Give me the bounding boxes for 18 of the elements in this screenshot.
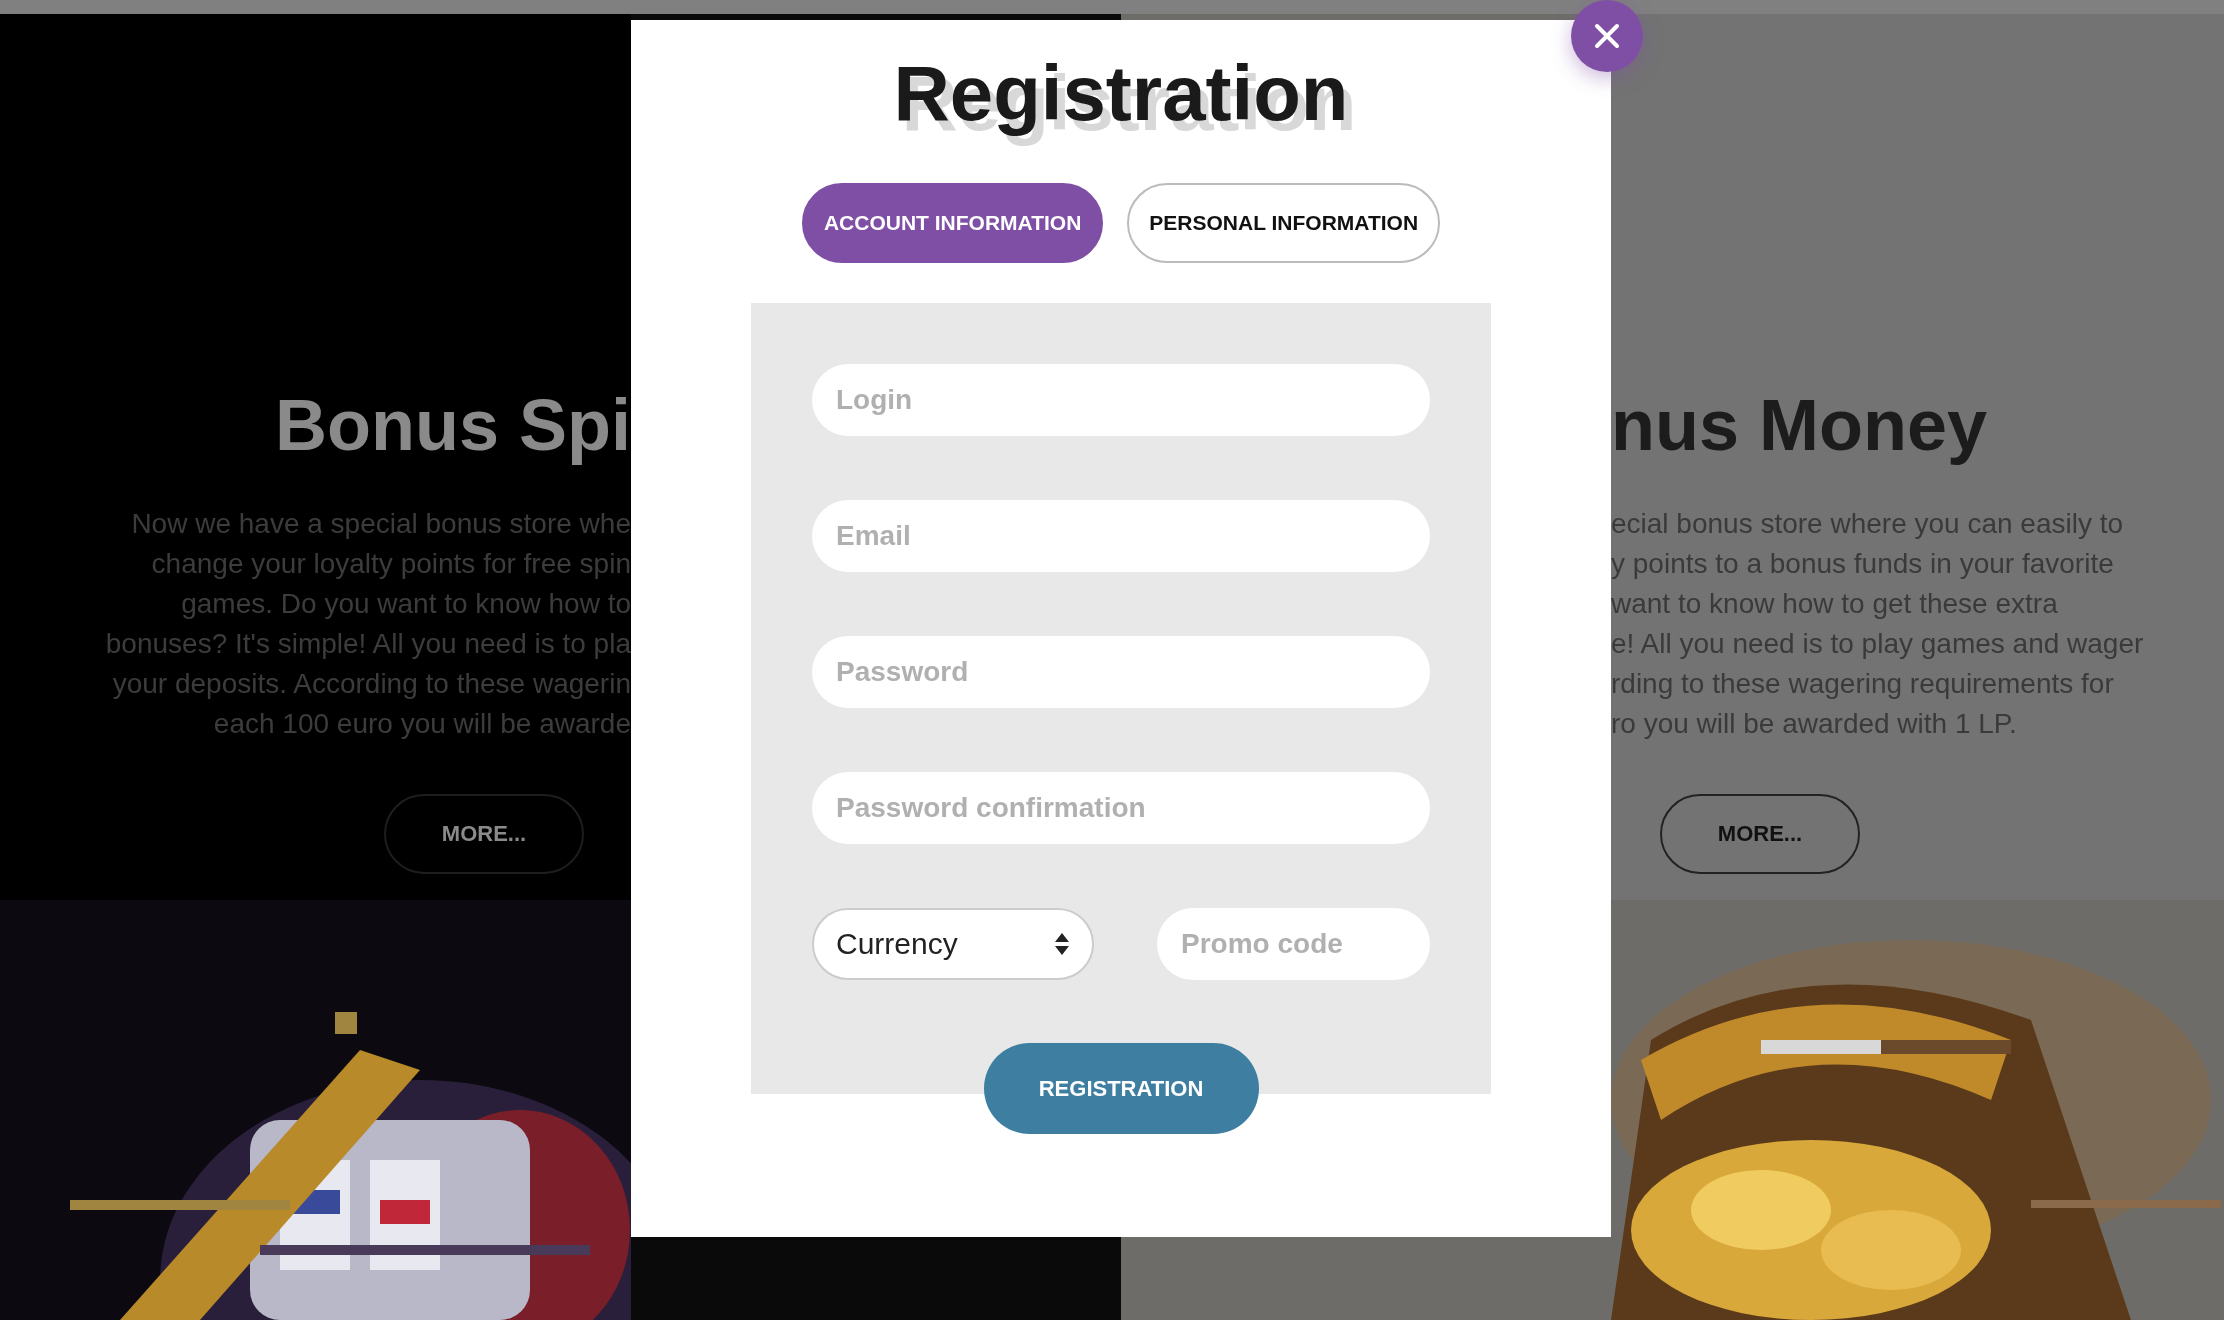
input-field[interactable]: Password confirmation (812, 772, 1430, 844)
input-field[interactable]: Login (812, 364, 1430, 436)
section-heading: nus Money (1611, 384, 1988, 467)
more-button[interactable]: MORE... (384, 794, 584, 874)
section-heading: Bonus Spi (275, 384, 631, 467)
promo-code-field[interactable]: Promo code (1157, 908, 1430, 980)
sort-arrows-icon (1054, 931, 1070, 957)
input-field[interactable]: Password (812, 636, 1430, 708)
currency-select[interactable]: Currency (812, 908, 1094, 980)
section-text: ecial bonus store where you can easily to y points to a bonus funds in your favorite want to know how to get these extra e! All you need is to play games and wager rding to these wagering requirements for ro you will be awarded with 1 LP. (1611, 507, 2144, 741)
close-icon (1594, 23, 1620, 49)
input-field[interactable]: Email (812, 500, 1430, 572)
more-button[interactable]: MORE... (1660, 794, 1860, 874)
tab[interactable]: PERSONAL INFORMATION (1127, 183, 1441, 263)
tab[interactable]: ACCOUNT INFORMATION (801, 183, 1104, 263)
registration-button[interactable]: REGISTRATION (983, 1043, 1259, 1134)
dialog-title: Registration (893, 48, 1349, 138)
section-text: Now we have a special bonus store whe change your loyalty points for free spin games. Do you want to know how to bonuses? It's simple! All you need is to pla your deposits. According to these wagerin each 100 euro you will be awarde (105, 507, 631, 741)
